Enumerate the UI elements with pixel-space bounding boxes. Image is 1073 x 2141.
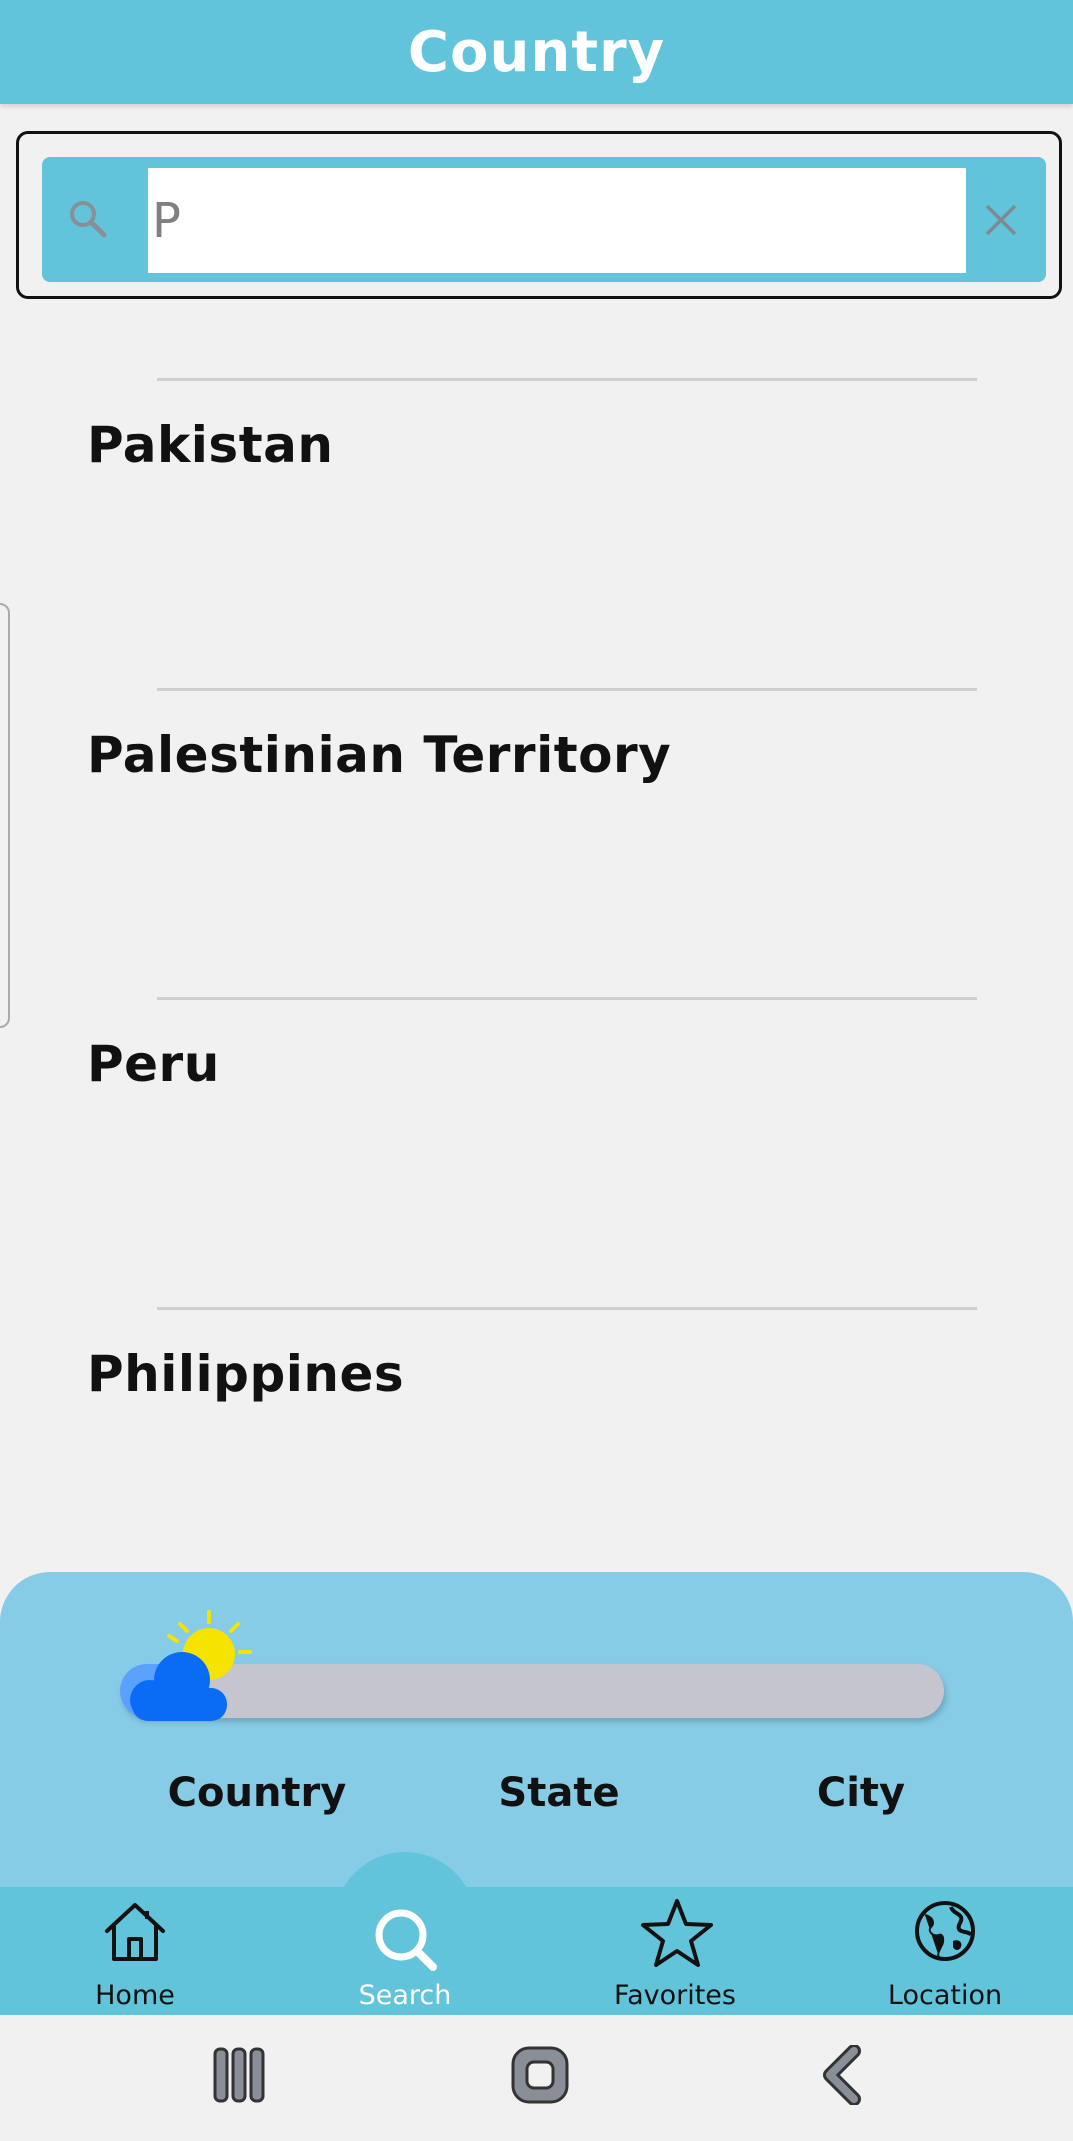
globe-icon — [915, 1901, 975, 1961]
nav-location[interactable]: Location — [845, 1887, 1045, 2015]
list-item-palestinian-territory[interactable]: Palestinian Territory — [87, 726, 671, 784]
step-country: Country — [167, 1770, 347, 1816]
page-title: Country — [407, 19, 666, 85]
bottom-nav: Home Search Favorites Location — [0, 1887, 1073, 2015]
search-bar — [42, 157, 1046, 282]
search-icon[interactable] — [66, 197, 110, 241]
app-header: Country — [0, 0, 1073, 104]
list-item-pakistan[interactable]: Pakistan — [87, 416, 333, 474]
nav-search-label: Search — [358, 1980, 452, 2011]
list-divider — [157, 378, 977, 381]
system-nav-bar — [0, 2015, 1073, 2141]
step-city: City — [816, 1770, 906, 1816]
nav-location-label: Location — [887, 1980, 1003, 2011]
recent-apps-icon[interactable] — [212, 2045, 266, 2105]
home-icon — [105, 1903, 165, 1961]
nav-favorites[interactable]: Favorites — [575, 1887, 775, 2015]
nav-home[interactable]: Home — [35, 1887, 235, 2015]
progress-panel: Country State City — [0, 1572, 1073, 1892]
list-item-peru[interactable]: Peru — [87, 1035, 220, 1093]
list-divider — [157, 688, 977, 691]
star-icon — [641, 1899, 713, 1967]
partly-cloudy-icon — [130, 1610, 252, 1721]
home-button-icon[interactable] — [510, 2045, 570, 2105]
list-divider — [157, 997, 977, 1000]
search-container — [16, 131, 1062, 299]
side-scroll-handle[interactable] — [0, 603, 10, 1028]
list-divider — [157, 1307, 977, 1310]
nav-home-label: Home — [95, 1980, 175, 2011]
nav-favorites-label: Favorites — [614, 1980, 736, 2011]
search-input[interactable] — [148, 168, 966, 273]
back-icon[interactable] — [822, 2045, 862, 2105]
close-icon[interactable] — [981, 200, 1021, 240]
step-state: State — [498, 1770, 620, 1816]
search-icon — [375, 1909, 437, 1971]
nav-search[interactable]: Search — [305, 1887, 505, 2015]
list-item-philippines[interactable]: Philippines — [87, 1345, 404, 1403]
